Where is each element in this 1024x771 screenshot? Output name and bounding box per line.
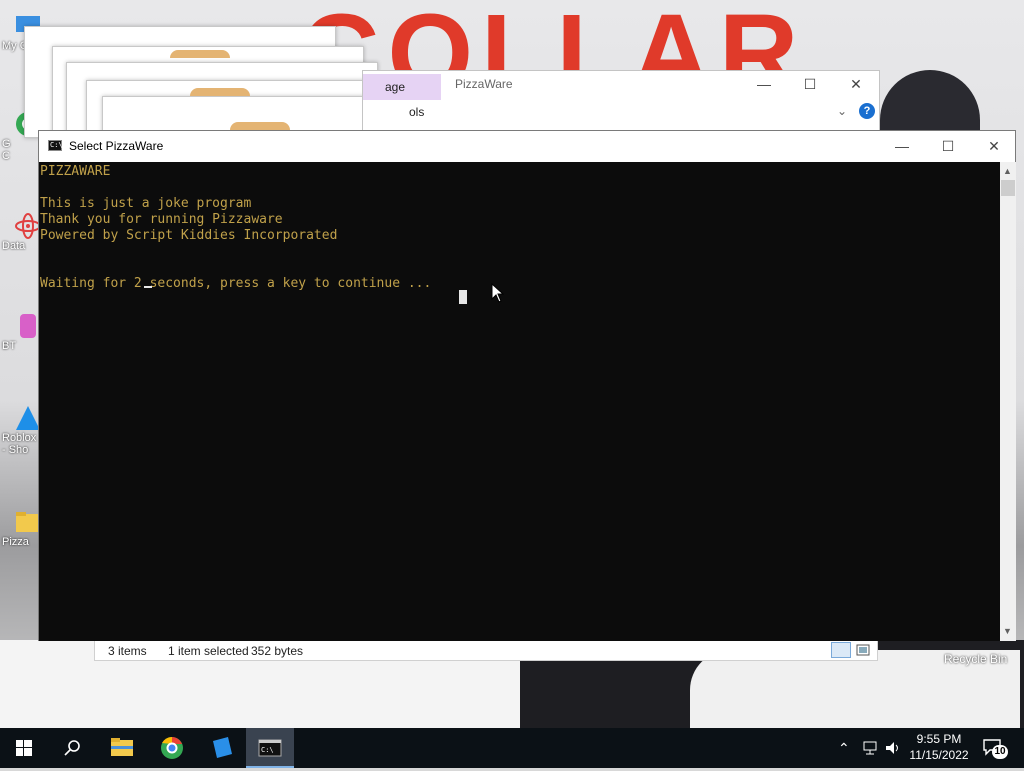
desktop-icon-label: Pizza [2,536,29,548]
volume-icon[interactable] [884,740,902,756]
windows-logo-icon [16,740,32,756]
recycle-bin-label[interactable]: Recycle Bin [944,652,1007,666]
chrome-icon [161,736,183,759]
status-selection: 1 item selected [168,644,249,658]
console-line: Powered by Script Kiddies Incorporated [40,228,338,243]
network-icon[interactable] [862,740,880,756]
search-button[interactable] [48,728,96,768]
scroll-down-icon[interactable]: ▼ [1003,626,1012,636]
pizza-image [190,88,250,96]
desktop-icon-label: BT [2,340,17,352]
details-view-icon[interactable] [831,642,851,658]
taskbar-console[interactable]: C:\ [246,728,294,768]
explorer-status-bar: 3 items 1 item selected 352 bytes [94,639,878,661]
minimize-button[interactable]: — [741,69,787,99]
console-icon: C:\ [258,739,282,757]
status-size: 352 bytes [251,644,304,658]
taskbar-roblox-studio[interactable] [198,728,246,768]
close-button[interactable]: ✕ [833,69,879,99]
svg-text:C:\: C:\ [261,746,274,754]
system-clock[interactable]: 9:55 PM 11/15/2022 [902,731,976,763]
minimize-button[interactable]: — [879,131,925,161]
pizza-image [230,122,290,130]
desktop-icon-label: Data [2,240,26,252]
console-line: This is just a joke program [40,196,252,211]
clock-time: 9:55 PM [916,732,962,746]
scrollbar-thumb[interactable] [1001,180,1015,196]
console-title: Select PizzaWare [69,139,164,153]
pizza-image [170,50,230,58]
scroll-up-icon[interactable]: ▲ [1003,166,1012,176]
ribbon-tab-manage[interactable]: age [363,74,441,100]
console-line: Thank you for running Pizzaware [40,212,283,227]
chevron-up-icon[interactable]: ⌃ [838,728,850,768]
taskbar: C:\ ⌃ 9:55 PM 11/15/2022 10 [0,728,1024,768]
maximize-button[interactable]: ☐ [787,69,833,99]
console-window[interactable]: C:\ Select PizzaWare — ☐ ✕ PIZZAWARE Thi… [38,130,1016,641]
notification-count-badge: 10 [992,745,1008,759]
folder-icon [111,738,133,756]
status-item-count: 3 items [108,644,147,658]
help-icon[interactable]: ? [859,103,875,119]
explorer-title: PizzaWare [455,77,513,91]
start-button[interactable] [0,728,48,768]
search-icon [64,740,80,756]
console-line: Waiting for 2 seconds, press a key to co… [40,276,432,291]
console-title-bar[interactable]: C:\ Select PizzaWare — ☐ ✕ [39,131,1015,162]
desktop-icon-label: G C [2,138,11,162]
desktop-icon-label: Roblox - Sho [2,432,37,456]
console-output[interactable]: PIZZAWARE This is just a joke program Th… [39,162,1000,641]
large-icons-view-icon[interactable] [855,642,871,658]
chevron-down-icon[interactable]: ⌄ [837,104,847,118]
roblox-icon [213,737,232,758]
close-button[interactable]: ✕ [971,131,1017,161]
text-cursor [144,286,152,288]
console-line: PIZZAWARE [40,164,111,179]
maximize-button[interactable]: ☐ [925,131,971,161]
clock-date: 11/15/2022 [909,748,969,762]
taskbar-file-explorer[interactable] [98,728,146,768]
console-icon: C:\ [48,140,63,151]
mouse-pointer-icon [491,283,505,303]
console-scrollbar[interactable]: ▲ ▼ [1000,162,1016,641]
explorer-window[interactable]: age ols PizzaWare — ☐ ✕ ⌄ ? [362,70,880,134]
ribbon-tab-tools[interactable]: ols [363,101,441,123]
block-cursor [459,290,467,304]
taskbar-chrome[interactable] [148,728,196,768]
